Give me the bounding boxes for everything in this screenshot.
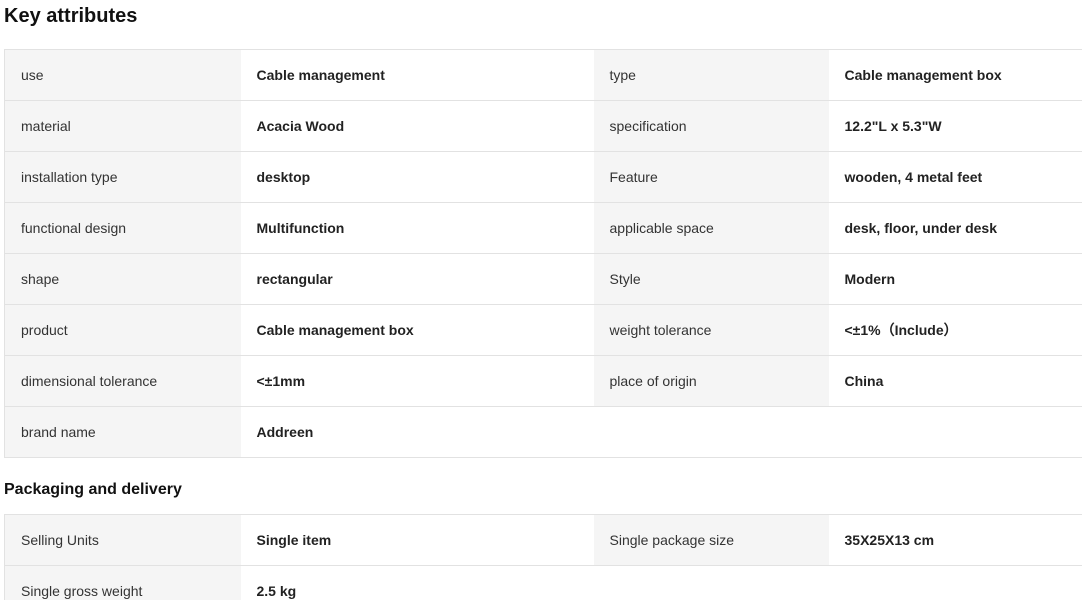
- attribute-label: type: [593, 49, 829, 101]
- attribute-label: functional design: [4, 202, 241, 254]
- table-row: brand name Addreen: [4, 406, 1082, 458]
- attribute-value: Multifunction: [240, 202, 594, 254]
- table-row: use Cable management type Cable manageme…: [4, 49, 1082, 101]
- attribute-value: <±1mm: [240, 355, 594, 407]
- attribute-label: place of origin: [593, 355, 829, 407]
- attribute-value: Cable management box: [240, 304, 594, 356]
- table-row: material Acacia Wood specification 12.2"…: [4, 100, 1082, 152]
- table-row: shape rectangular Style Modern: [4, 253, 1082, 305]
- attribute-label: product: [4, 304, 241, 356]
- attribute-value: Single item: [240, 514, 594, 566]
- attribute-value: desk, floor, under desk: [828, 202, 1082, 254]
- attribute-value: Cable management box: [828, 49, 1082, 101]
- attribute-value: Modern: [828, 253, 1082, 305]
- attribute-label: specification: [593, 100, 829, 152]
- packaging-delivery-title: Packaging and delivery: [4, 481, 182, 498]
- table-row: Single gross weight 2.5 kg: [4, 565, 1082, 600]
- attribute-label: dimensional tolerance: [4, 355, 241, 407]
- attribute-label: weight tolerance: [593, 304, 829, 356]
- table-row: installation type desktop Feature wooden…: [4, 151, 1082, 203]
- empty-cell: [593, 565, 829, 600]
- attribute-label: brand name: [4, 406, 241, 458]
- table-row: dimensional tolerance <±1mm place of ori…: [4, 355, 1082, 407]
- packaging-delivery-table: Selling Units Single item Single package…: [4, 514, 1082, 600]
- attribute-label: Style: [593, 253, 829, 305]
- attribute-label: use: [4, 49, 241, 101]
- attribute-value: wooden, 4 metal feet: [828, 151, 1082, 203]
- attribute-label: Feature: [593, 151, 829, 203]
- attribute-value: Addreen: [240, 406, 594, 458]
- attribute-value: Acacia Wood: [240, 100, 594, 152]
- attribute-value: China: [828, 355, 1082, 407]
- empty-cell: [593, 406, 829, 458]
- empty-cell: [828, 406, 1082, 458]
- attribute-label: Single package size: [593, 514, 829, 566]
- table-row: functional design Multifunction applicab…: [4, 202, 1082, 254]
- attribute-label: applicable space: [593, 202, 829, 254]
- attribute-value: Cable management: [240, 49, 594, 101]
- attribute-label: Single gross weight: [4, 565, 241, 600]
- attribute-label: installation type: [4, 151, 241, 203]
- table-row: Selling Units Single item Single package…: [4, 514, 1082, 566]
- attribute-value: rectangular: [240, 253, 594, 305]
- key-attributes-title: Key attributes: [4, 5, 138, 27]
- attribute-value: <±1%（Include）: [828, 304, 1082, 356]
- attribute-value: 2.5 kg: [240, 565, 594, 600]
- attribute-label: shape: [4, 253, 241, 305]
- attribute-label: Selling Units: [4, 514, 241, 566]
- attribute-value: desktop: [240, 151, 594, 203]
- empty-cell: [828, 565, 1082, 600]
- attribute-label: material: [4, 100, 241, 152]
- attribute-value: 35X25X13 cm: [828, 514, 1082, 566]
- key-attributes-table: use Cable management type Cable manageme…: [4, 49, 1082, 458]
- product-details-page: Key attributes use Cable management type…: [0, 0, 1082, 600]
- table-row: product Cable management box weight tole…: [4, 304, 1082, 356]
- attribute-value: 12.2"L x 5.3"W: [828, 100, 1082, 152]
